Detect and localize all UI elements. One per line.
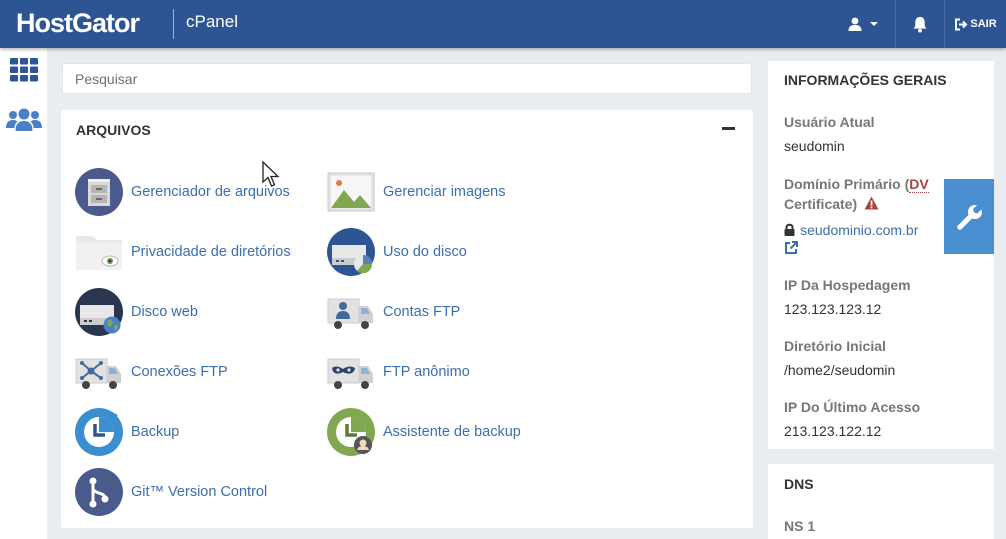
primary-domain-label: Domínio Primário (DV Certificate)	[784, 174, 944, 214]
files-section-title: ARQUIVOS	[76, 122, 151, 138]
notifications-button[interactable]	[895, 0, 943, 48]
mouse-pointer-icon	[262, 161, 280, 187]
backup-icon	[75, 408, 123, 456]
tool-backup[interactable]: Backup	[75, 407, 179, 457]
current-user-value: seudomin	[784, 138, 845, 154]
hosting-ip-value: 123.123.123.12	[784, 301, 882, 317]
general-info-panel: INFORMAÇÕES GERAIS Usuário Atual seudomi…	[768, 61, 994, 449]
logout-button[interactable]: SAIR	[944, 0, 1006, 48]
file-cabinet-icon	[75, 168, 123, 216]
brand-logo[interactable]: HostGator	[16, 8, 140, 39]
disk-usage-icon	[327, 228, 375, 276]
search-input[interactable]	[62, 63, 752, 94]
dns-title: DNS	[784, 476, 814, 492]
tools-tab-button[interactable]	[944, 179, 994, 254]
logout-label: SAIR	[970, 18, 997, 30]
tool-label: Contas FTP	[383, 304, 461, 320]
user-menu-button[interactable]	[832, 0, 894, 48]
tool-label: Conexões FTP	[131, 364, 228, 380]
dns-panel: DNS NS 1	[768, 464, 994, 539]
tool-git-version-control[interactable]: Git™ Version Control	[75, 467, 267, 517]
home-dir-label: Diretório Inicial	[784, 338, 886, 354]
top-bar: HostGator cPanel SAIR	[0, 0, 1006, 48]
dv-certificate-link[interactable]: DV	[909, 176, 929, 193]
logout-icon	[955, 18, 968, 30]
left-nav	[0, 48, 47, 539]
primary-domain-row: seudominio.com.br	[784, 220, 918, 239]
hosting-ip-label: IP Da Hospedagem	[784, 277, 911, 293]
web-disk-icon	[75, 288, 123, 336]
external-link-icon[interactable]	[784, 241, 798, 255]
ftp-accounts-icon	[327, 298, 373, 329]
tool-disk-usage[interactable]: Uso do disco	[327, 227, 467, 277]
general-info-title: INFORMAÇÕES GERAIS	[784, 72, 947, 88]
tool-label: Uso do disco	[383, 244, 467, 260]
tool-label: Assistente de backup	[383, 424, 521, 440]
home-dir-value: /home2/seudomin	[784, 362, 896, 378]
tool-image-manager[interactable]: Gerenciar imagens	[327, 167, 506, 217]
tool-backup-wizard[interactable]: Assistente de backup	[327, 407, 521, 457]
tool-label: FTP anônimo	[383, 364, 470, 380]
tool-ftp-accounts[interactable]: Contas FTP	[327, 287, 460, 337]
tool-file-manager[interactable]: Gerenciador de arquivos	[75, 167, 290, 217]
primary-domain-label-text: Domínio Primário (	[784, 176, 910, 192]
image-icon	[327, 172, 375, 212]
files-panel: ARQUIVOS Gerenciador de arquivos Gerenci…	[61, 110, 753, 528]
tool-web-disk[interactable]: Disco web	[75, 287, 198, 337]
tool-label: Gerenciar imagens	[383, 184, 506, 200]
warning-icon	[864, 196, 879, 210]
git-icon	[75, 468, 123, 516]
tool-ftp-connections[interactable]: Conexões FTP	[75, 347, 228, 397]
collapse-icon[interactable]	[722, 127, 735, 130]
tool-label: Privacidade de diretórios	[131, 244, 291, 260]
backup-wizard-icon	[327, 408, 375, 456]
product-name: cPanel	[186, 12, 238, 31]
nav-users[interactable]	[0, 108, 47, 132]
nav-home[interactable]	[0, 58, 47, 82]
ftp-connections-icon	[75, 358, 121, 389]
tool-label: Backup	[131, 424, 180, 440]
bell-icon	[913, 16, 926, 32]
user-icon	[848, 17, 862, 31]
last-login-ip-label: IP Do Último Acesso	[784, 399, 921, 415]
users-icon	[5, 108, 42, 131]
folder-eye-icon	[76, 236, 122, 270]
tool-label: Disco web	[131, 304, 198, 320]
wrench-icon	[957, 204, 982, 230]
tool-label: Git™ Version Control	[131, 484, 268, 500]
certificate-label-text: Certificate)	[784, 196, 858, 212]
tool-anonymous-ftp[interactable]: FTP anônimo	[327, 347, 470, 397]
logo-divider	[173, 9, 174, 39]
last-login-ip-value: 213.123.122.12	[784, 423, 882, 439]
tool-directory-privacy[interactable]: Privacidade de diretórios	[75, 227, 291, 277]
lock-icon	[784, 223, 795, 236]
primary-domain-link[interactable]: seudominio.com.br	[800, 222, 918, 238]
current-user-label: Usuário Atual	[784, 114, 875, 130]
grid-icon	[9, 58, 38, 82]
ns1-label: NS 1	[784, 518, 816, 534]
anonymous-ftp-icon	[327, 358, 373, 389]
chevron-down-icon	[870, 22, 878, 26]
